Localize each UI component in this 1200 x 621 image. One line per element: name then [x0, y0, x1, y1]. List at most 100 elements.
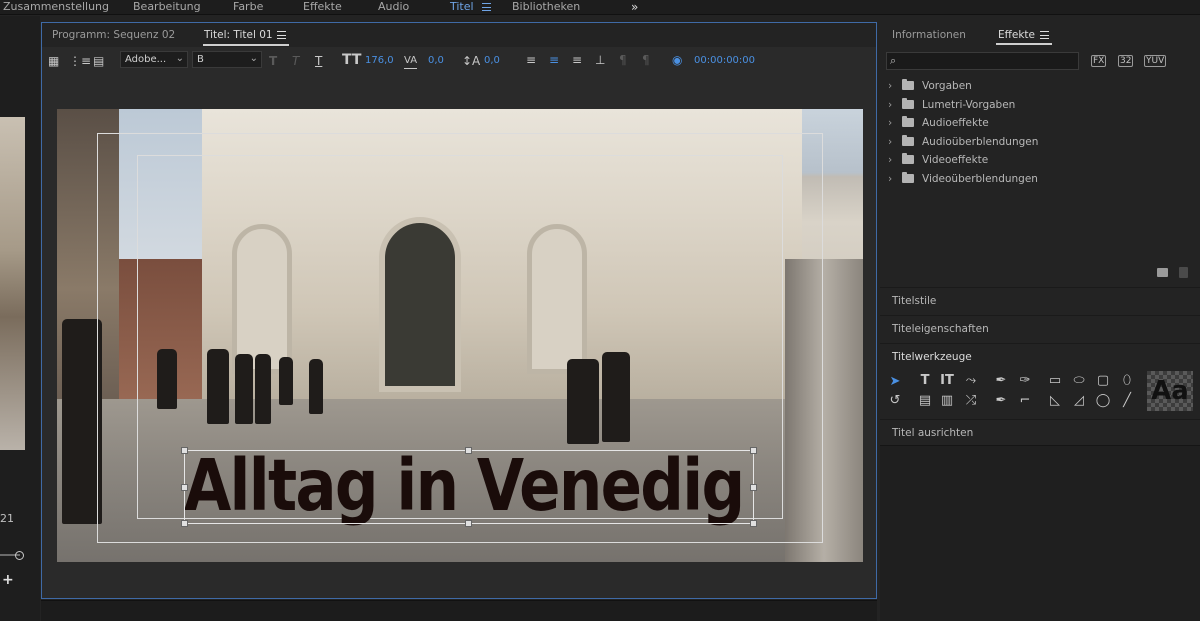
font-style-dropdown[interactable]: B ⌄ — [192, 51, 262, 68]
workspace-titel[interactable]: Titel — [450, 0, 474, 14]
text-bounding-box[interactable] — [184, 450, 754, 524]
tab-program[interactable]: Programm: Sequenz 02 — [52, 29, 175, 41]
workspace-audio[interactable]: Audio — [378, 0, 409, 14]
leading-value[interactable]: 0,0 — [484, 55, 500, 66]
resize-handle[interactable] — [181, 520, 188, 527]
underline-icon[interactable]: T — [315, 54, 322, 68]
vertical-area-type-tool-icon[interactable]: ▥ — [938, 394, 956, 408]
title-designer-panel: Programm: Sequenz 02 Titel: Titel 01 ▦ ⋮… — [41, 22, 877, 599]
paragraph-rtl-icon[interactable]: ¶ — [642, 53, 650, 67]
chevron-down-icon: ⌄ — [249, 53, 258, 64]
add-anchor-tool-icon[interactable]: ✒ — [992, 394, 1010, 408]
folder-icon — [902, 135, 914, 146]
font-family-dropdown[interactable]: Adobe... ⌄ — [120, 51, 188, 68]
timecode-value[interactable]: 00:00:00:00 — [694, 55, 755, 66]
section-titel-ausrichten[interactable]: Titel ausrichten — [880, 419, 1200, 446]
add-icon[interactable]: + — [2, 572, 14, 588]
align-left-icon[interactable]: ≡ — [526, 53, 536, 67]
workspace-bibliotheken[interactable]: Bibliotheken — [512, 0, 580, 14]
resize-handle[interactable] — [750, 484, 757, 491]
tree-item-videoeffekte[interactable]: › Videoeffekte — [888, 152, 988, 168]
zoom-slider-handle[interactable] — [15, 551, 24, 560]
resize-handle[interactable] — [465, 447, 472, 454]
right-panel: Informationen Effekte ⌕ FX 32 YUV › Vorga… — [880, 22, 1200, 621]
background-video-icon[interactable]: ◉ — [672, 53, 682, 67]
tab-stops-icon[interactable]: ⊥ — [595, 53, 605, 67]
workspace-effekte[interactable]: Effekte — [303, 0, 342, 14]
clipped-rect-tool-icon[interactable]: ▢ — [1094, 374, 1112, 388]
panel-tabs: Programm: Sequenz 02 Titel: Titel 01 — [42, 23, 876, 47]
wedge-tool-icon[interactable]: ◺ — [1046, 394, 1064, 408]
tree-item-audioeffekte[interactable]: › Audioeffekte — [888, 115, 989, 131]
resize-handle[interactable] — [181, 484, 188, 491]
line-tool-icon[interactable]: ╱ — [1118, 394, 1136, 408]
tree-item-videoueberblendungen[interactable]: › Videoüberblendungen — [888, 171, 1038, 187]
kerning-value[interactable]: 0,0 — [428, 55, 444, 66]
path-type-tool-icon[interactable]: ⤳ — [962, 374, 980, 388]
folder-icon — [902, 172, 914, 183]
resize-handle[interactable] — [465, 520, 472, 527]
tab-effekte[interactable]: Effekte — [998, 29, 1035, 41]
workspace-bearbeitung[interactable]: Bearbeitung — [133, 0, 201, 14]
workspace-farbe[interactable]: Farbe — [233, 0, 263, 14]
effects-search-input[interactable]: ⌕ — [886, 52, 1079, 70]
rotation-tool-icon[interactable]: ↺ — [886, 394, 904, 408]
resize-handle[interactable] — [750, 520, 757, 527]
leading-icon: ↕A — [462, 54, 481, 68]
roll-crawl-icon[interactable]: ⋮≡ — [69, 54, 91, 68]
templates-icon[interactable]: ▤ — [93, 54, 104, 68]
effects-menu-icon[interactable] — [1040, 29, 1049, 41]
accelerated-effects-icon[interactable]: FX — [1091, 55, 1107, 67]
tree-item-audioueberblendungen[interactable]: › Audioüberblendungen — [888, 134, 1038, 150]
bold-icon[interactable]: T — [269, 54, 277, 68]
tab-menu-icon[interactable] — [277, 29, 286, 41]
vertical-type-tool-icon[interactable]: IT — [938, 374, 956, 388]
delete-anchor-tool-icon[interactable]: ✑ — [1016, 374, 1034, 388]
font-size-icon: TT — [342, 52, 362, 68]
arc-tool-icon[interactable]: ◿ — [1070, 394, 1088, 408]
folder-icon — [902, 79, 914, 90]
active-tab-indicator — [203, 44, 289, 46]
trash-icon[interactable] — [1179, 267, 1188, 278]
area-type-tool-icon[interactable]: ▤ — [916, 394, 934, 408]
rectangle-tool-icon[interactable]: ▭ — [1046, 374, 1064, 388]
align-panel-body — [880, 445, 1200, 621]
left-video-thumbnail — [0, 117, 25, 450]
new-title-icon[interactable]: ▦ — [48, 54, 59, 68]
italic-icon[interactable]: T — [292, 54, 299, 68]
tab-informationen[interactable]: Informationen — [892, 29, 966, 41]
new-bin-icon[interactable] — [1157, 268, 1168, 277]
tree-item-vorgaben[interactable]: › Vorgaben — [888, 78, 972, 94]
resize-handle[interactable] — [750, 447, 757, 454]
folder-icon — [902, 153, 914, 164]
timecode-fragment: 21 — [0, 512, 14, 525]
style-swatch[interactable]: Aa — [1147, 371, 1193, 411]
32bit-effects-icon[interactable]: 32 — [1118, 55, 1134, 67]
rounded-rect-tool-icon[interactable]: ⬭ — [1070, 374, 1088, 388]
align-center-icon[interactable]: ≡ — [549, 53, 559, 67]
type-tool-icon[interactable]: T — [916, 374, 934, 388]
yuv-effects-icon[interactable]: YUV — [1144, 55, 1167, 67]
resize-handle[interactable] — [181, 447, 188, 454]
tab-title[interactable]: Titel: Titel 01 — [204, 29, 273, 41]
vertical-path-type-tool-icon[interactable]: ⤮ — [962, 394, 980, 408]
section-titelstile[interactable]: Titelstile — [880, 287, 1200, 314]
folder-icon — [902, 116, 914, 127]
tree-item-lumetri-vorgaben[interactable]: › Lumetri-Vorgaben — [888, 97, 1015, 113]
search-icon: ⌕ — [890, 54, 897, 67]
kerning-icon: VA — [404, 54, 418, 69]
title-toolbar: ▦ ⋮≡ ▤ Adobe... ⌄ B ⌄ T T T TT 176,0 VA 0,… — [42, 47, 876, 75]
workspace-menu-icon[interactable] — [482, 0, 491, 14]
rounded-corner-rect-tool-icon[interactable]: ⬯ — [1118, 374, 1136, 388]
workspace-zusammenstellung[interactable]: Zusammenstellung — [3, 0, 109, 14]
paragraph-ltr-icon[interactable]: ¶ — [619, 53, 627, 67]
font-size-value[interactable]: 176,0 — [365, 55, 394, 66]
align-right-icon[interactable]: ≡ — [572, 53, 582, 67]
selection-tool-icon[interactable]: ➤ — [886, 375, 904, 389]
ellipse-tool-icon[interactable]: ◯ — [1094, 394, 1112, 408]
convert-anchor-tool-icon[interactable]: ⌐ — [1016, 394, 1034, 408]
pen-tool-icon[interactable]: ✒ — [992, 374, 1010, 388]
person-figure — [62, 319, 102, 524]
section-titeleigenschaften[interactable]: Titeleigenschaften — [880, 315, 1200, 342]
double-chevron-right-icon[interactable]: » — [631, 0, 638, 14]
